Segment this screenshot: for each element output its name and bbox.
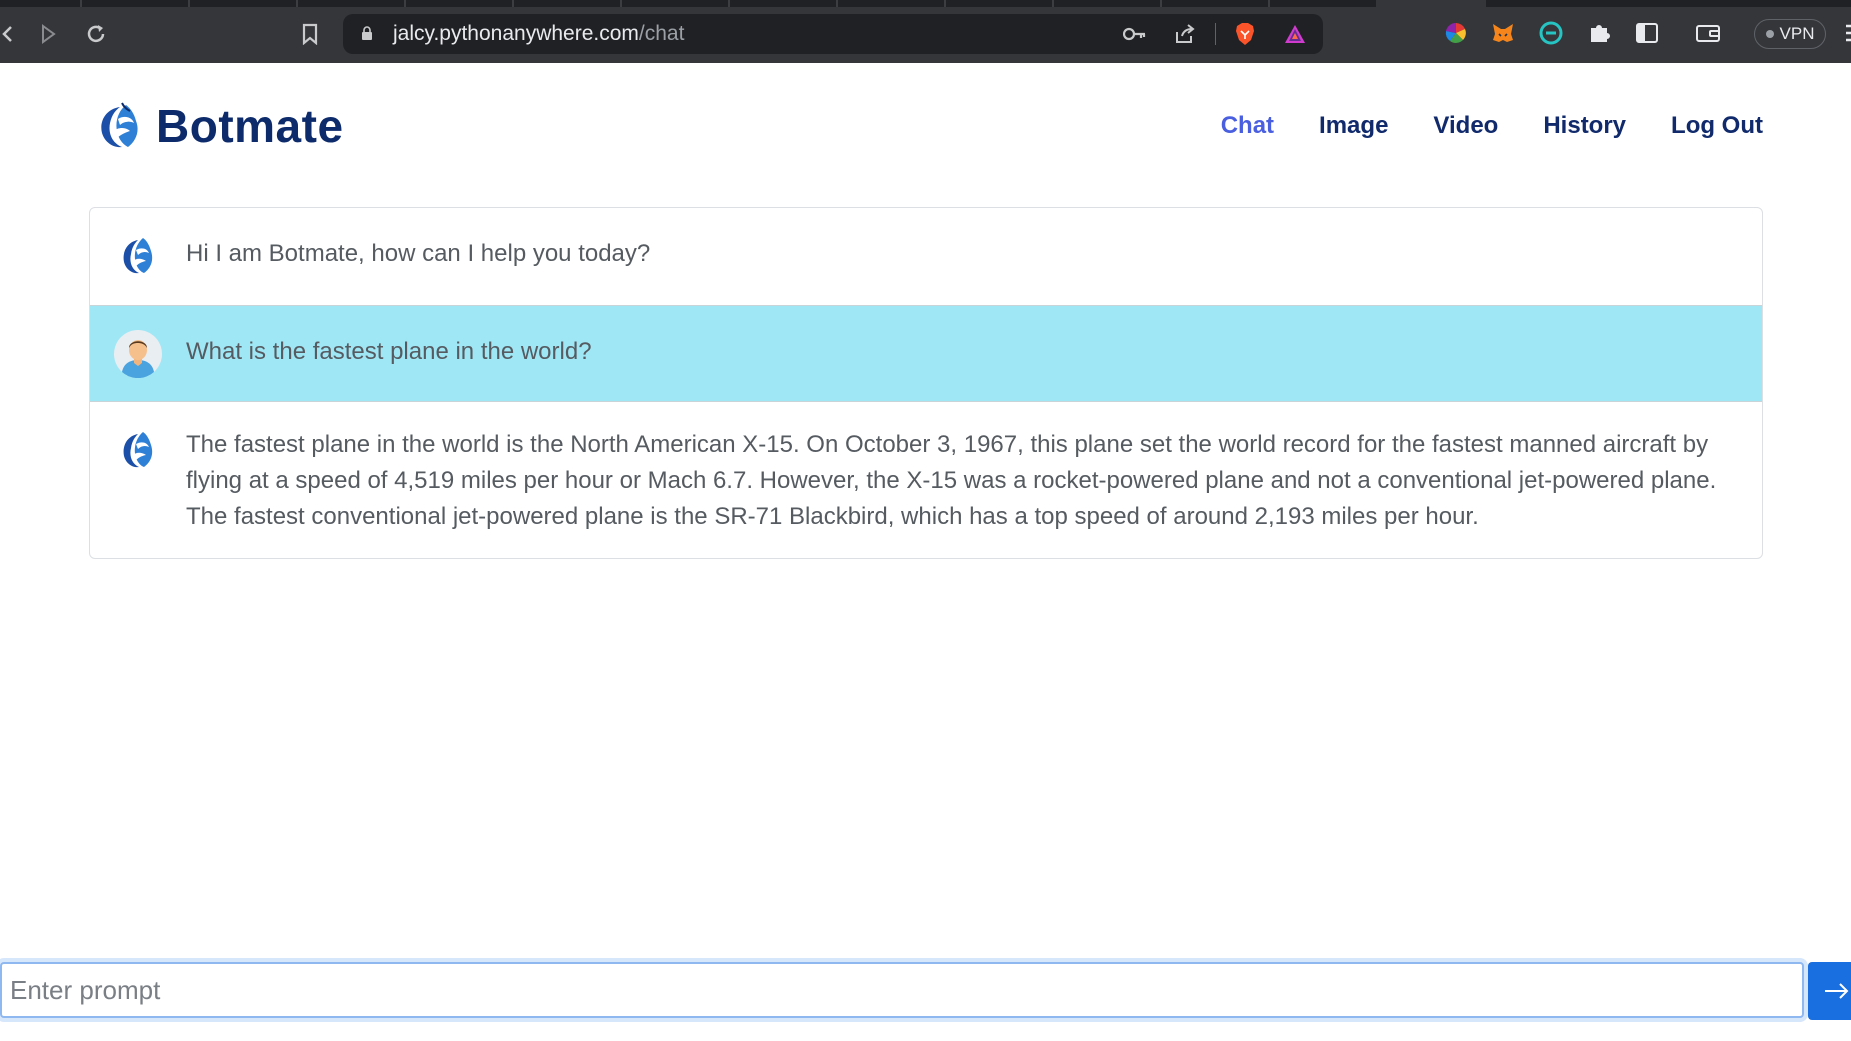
bot-avatar-icon bbox=[123, 432, 153, 468]
tab-divider bbox=[296, 0, 298, 7]
vpn-button[interactable]: VPN bbox=[1754, 19, 1826, 49]
message-text: What is the fastest plane in the world? bbox=[186, 338, 592, 365]
reload-button[interactable] bbox=[82, 20, 110, 48]
color-picker-extension[interactable] bbox=[1443, 20, 1469, 46]
tab-divider bbox=[1268, 0, 1270, 7]
message-text: The fastest plane in the world is the No… bbox=[186, 431, 1717, 530]
bot-avatar-icon bbox=[123, 238, 153, 274]
wallet-button[interactable] bbox=[1695, 20, 1721, 46]
forward-button[interactable] bbox=[34, 20, 62, 48]
forward-arrow-icon bbox=[42, 24, 56, 44]
vpn-status-dot bbox=[1765, 30, 1774, 38]
back-button[interactable] bbox=[0, 20, 22, 48]
omnibox-divider bbox=[1215, 23, 1216, 45]
url-text: jalcy.pythonanywhere.com/chat bbox=[393, 22, 684, 46]
tab-divider bbox=[80, 0, 82, 7]
message-text: Hi I am Botmate, how can I help you toda… bbox=[186, 240, 651, 267]
user-avatar-icon bbox=[114, 330, 162, 378]
tab-divider bbox=[836, 0, 838, 7]
tab-divider bbox=[188, 0, 190, 7]
e-logo-icon bbox=[1539, 21, 1563, 45]
menu-button[interactable] bbox=[1836, 20, 1851, 46]
browser-toolbar: jalcy.pythonanywhere.com/chat VPN bbox=[0, 0, 1851, 63]
vpn-label: VPN bbox=[1779, 24, 1815, 43]
send-button[interactable] bbox=[1808, 962, 1851, 1020]
nav-history[interactable]: History bbox=[1543, 112, 1626, 140]
chat-log: Hi I am Botmate, how can I help you toda… bbox=[89, 207, 1763, 559]
tab-strip bbox=[0, 0, 1851, 7]
nav-image[interactable]: Image bbox=[1319, 112, 1388, 140]
brave-rewards-button[interactable] bbox=[1283, 22, 1307, 46]
nav-log-out[interactable]: Log Out bbox=[1671, 112, 1763, 140]
nav-chat[interactable]: Chat bbox=[1221, 112, 1274, 140]
tab-divider bbox=[1160, 0, 1162, 7]
lock-icon bbox=[362, 26, 372, 40]
bookmark-icon bbox=[302, 23, 318, 45]
bookmark-button[interactable] bbox=[296, 20, 324, 48]
bot-message: Hi I am Botmate, how can I help you toda… bbox=[90, 208, 1762, 305]
tab-divider bbox=[944, 0, 946, 7]
bot-message: The fastest plane in the world is the No… bbox=[90, 402, 1762, 558]
tab-divider bbox=[404, 0, 406, 7]
metamask-extension[interactable] bbox=[1490, 20, 1516, 46]
brand-name: Botmate bbox=[156, 100, 344, 152]
tab-divider bbox=[620, 0, 622, 7]
main-nav: Chat Image Video History Log Out bbox=[1221, 112, 1763, 140]
sidebar-icon bbox=[1636, 23, 1658, 43]
password-key-button[interactable] bbox=[1123, 22, 1147, 46]
brave-shields-button[interactable] bbox=[1233, 22, 1257, 46]
wallet-icon bbox=[1696, 25, 1720, 42]
tab-divider bbox=[728, 0, 730, 7]
fox-icon bbox=[1493, 24, 1513, 42]
sidebar-toggle-button[interactable] bbox=[1634, 20, 1660, 46]
extensions-button[interactable] bbox=[1586, 20, 1612, 46]
user-message: What is the fastest plane in the world? bbox=[90, 305, 1762, 402]
back-arrow-icon bbox=[2, 26, 12, 42]
url-host: jalcy.pythonanywhere.com bbox=[393, 22, 639, 45]
prompt-input[interactable] bbox=[0, 962, 1804, 1018]
botmate-logo-icon bbox=[101, 102, 138, 148]
tab-divider bbox=[512, 0, 514, 7]
rewards-triangle-icon bbox=[1285, 25, 1305, 43]
share-button[interactable] bbox=[1173, 22, 1197, 46]
grammar-extension[interactable] bbox=[1538, 20, 1564, 46]
tab-divider bbox=[1052, 0, 1054, 7]
puzzle-icon bbox=[1591, 25, 1610, 42]
key-icon bbox=[1123, 27, 1146, 41]
brand[interactable]: Botmate bbox=[96, 99, 344, 153]
url-path: /chat bbox=[638, 22, 685, 45]
nav-video[interactable]: Video bbox=[1433, 112, 1498, 140]
share-icon bbox=[1176, 24, 1195, 43]
menu-icon bbox=[1846, 24, 1851, 42]
reload-icon bbox=[87, 25, 105, 43]
active-tab[interactable] bbox=[1376, 0, 1486, 7]
address-bar[interactable]: jalcy.pythonanywhere.com/chat bbox=[343, 14, 1323, 54]
color-wheel-icon bbox=[1445, 22, 1466, 43]
brave-lion-icon bbox=[1236, 23, 1254, 45]
arrow-right-icon bbox=[1825, 983, 1849, 999]
